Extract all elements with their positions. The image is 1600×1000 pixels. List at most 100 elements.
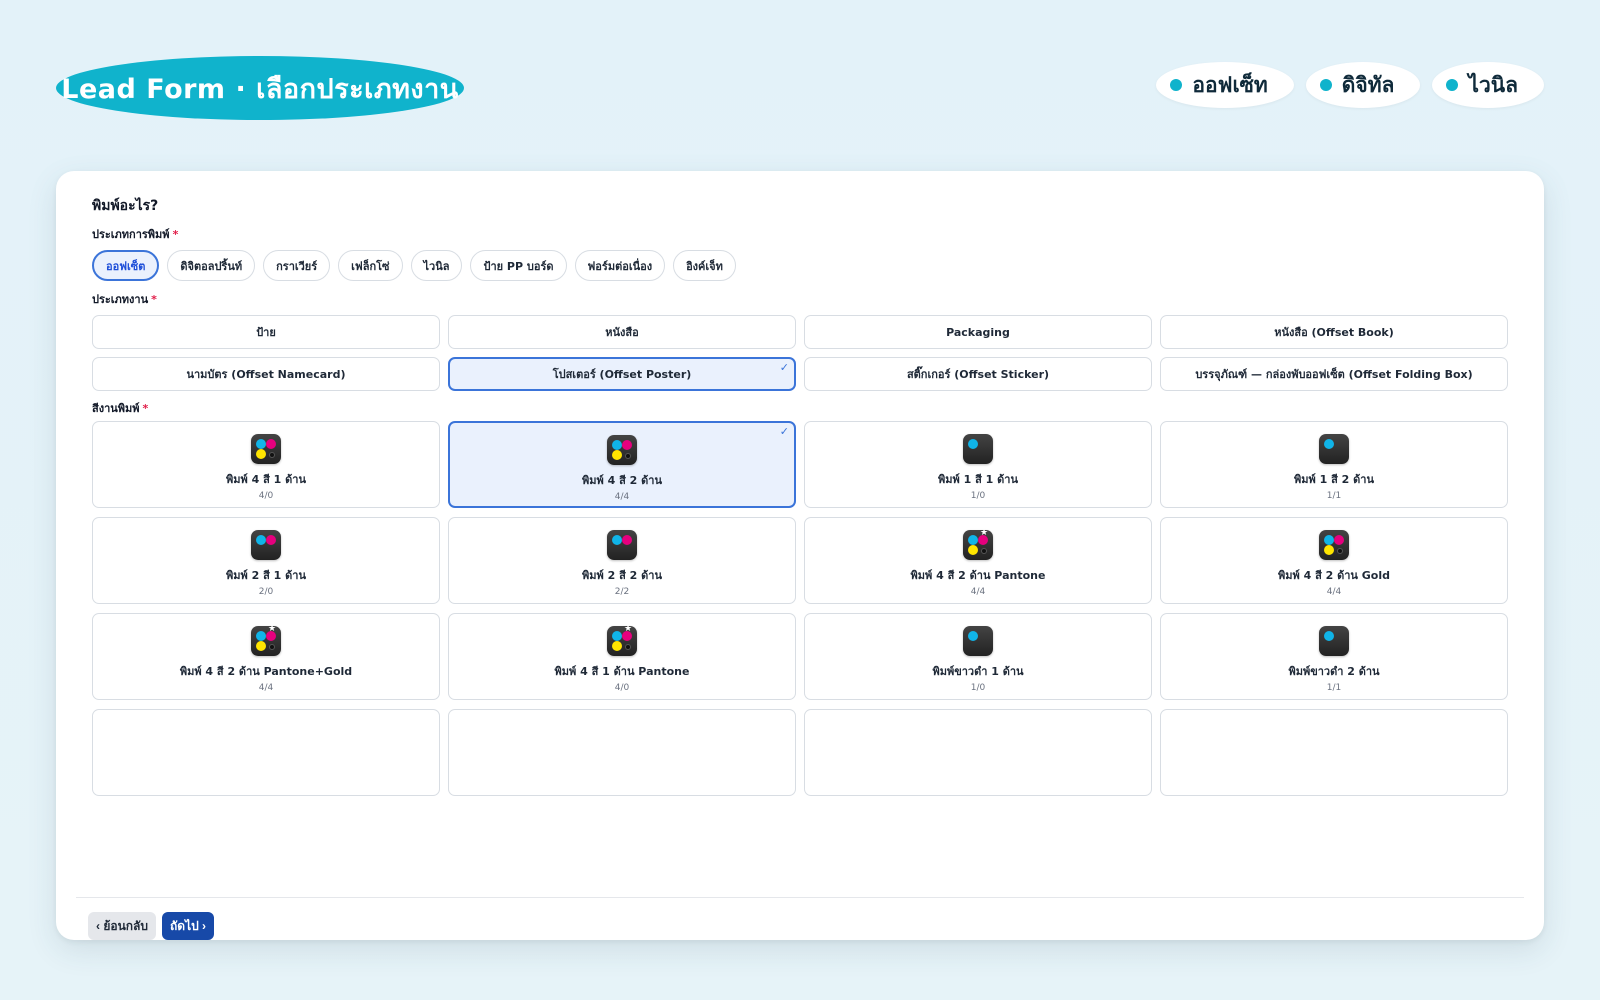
color-option-code: 1/1 <box>1326 683 1342 693</box>
cmyk-icon <box>607 435 637 465</box>
print-type-pill[interactable]: ฟอร์มต่อเนื่อง <box>574 250 666 281</box>
color-option-code: 2/0 <box>258 587 274 597</box>
chip-label: ออฟเซ็ท <box>1192 72 1268 97</box>
color-option-code: 1/1 <box>1326 491 1342 501</box>
color-option[interactable]: พิมพ์ 2 สี 1 ด้าน 2/0 <box>92 517 440 604</box>
job-type-option[interactable]: หนังสือ (Offset Book) <box>1160 315 1508 349</box>
single-color-icon <box>1319 626 1349 656</box>
job-type-option[interactable]: ป้าย <box>92 315 440 349</box>
color-option-code: 4/0 <box>614 683 630 693</box>
color-option-name: พิมพ์ขาวดำ 1 ด้าน <box>932 665 1024 678</box>
print-type-pill[interactable]: ดิจิตอลปริ้นท์ <box>167 250 256 281</box>
color-option[interactable]: พิมพ์ 1 สี 2 ด้าน 1/1 <box>1160 421 1508 508</box>
color-option[interactable]: พิมพ์ 2 สี 2 ด้าน 2/2 <box>448 517 796 604</box>
color-label: สีงานพิมพ์ * <box>92 399 148 417</box>
job-type-option-label: สติ๊กเกอร์ (Offset Sticker) <box>906 368 1050 381</box>
color-option-name: พิมพ์ 4 สี 2 ด้าน <box>582 474 662 487</box>
job-type-option[interactable]: บรรจุภัณฑ์ — กล่องพับออฟเซ็ต (Offset Fol… <box>1160 357 1508 391</box>
page-title: Lead Form · เลือกประเภทงาน <box>56 56 464 120</box>
job-type-option[interactable]: หนังสือ <box>448 315 796 349</box>
color-option[interactable]: พิมพ์ 4 สี 2 ด้าน 4/4 ✓ <box>448 421 796 508</box>
color-option-code: 4/4 <box>970 587 986 597</box>
check-icon: ✓ <box>779 361 789 374</box>
check-icon: ✓ <box>779 425 789 438</box>
color-option-code: 2/2 <box>614 587 630 597</box>
color-option-partial[interactable] <box>804 709 1152 796</box>
print-type-label-text: ประเภทการพิมพ์ <box>92 228 170 241</box>
color-label-text: สีงานพิมพ์ <box>92 402 140 415</box>
color-option-partial[interactable] <box>92 709 440 796</box>
two-color-icon <box>607 530 637 560</box>
color-options-scroll[interactable]: พิมพ์ 4 สี 1 ด้าน 4/0 พิมพ์ 4 สี 2 ด้าน 4/4… <box>56 421 1544 897</box>
color-option[interactable]: พิมพ์ 4 สี 1 ด้าน 4/0 <box>92 421 440 508</box>
single-color-icon <box>963 626 993 656</box>
color-option-name: พิมพ์ 1 สี 2 ด้าน <box>1294 473 1374 486</box>
print-type-pill[interactable]: อิงค์เจ็ท <box>673 250 736 281</box>
print-type-pill[interactable]: กราเวียร์ <box>263 250 331 281</box>
lead-form-card: พิมพ์อะไร? ประเภทการพิมพ์ * ออฟเซ็ต ดิจิตอ… <box>56 171 1544 940</box>
chip-offset[interactable]: ออฟเซ็ท <box>1156 62 1294 108</box>
back-button[interactable]: ‹ ย้อนกลับ <box>88 912 157 940</box>
color-option[interactable]: ★ พิมพ์ 4 สี 1 ด้าน Pantone 4/0 <box>448 613 796 700</box>
dot-icon <box>1446 79 1459 91</box>
chip-vinyl[interactable]: ไวนิล <box>1432 62 1544 108</box>
color-option-name: พิมพ์ 1 สี 1 ด้าน <box>938 473 1018 486</box>
cmyk-special-icon: ★ <box>963 528 993 560</box>
job-type-option-label: Packaging <box>946 325 1010 339</box>
question-title: พิมพ์อะไร? <box>92 198 159 214</box>
color-option-name: พิมพ์ 4 สี 1 ด้าน <box>226 473 306 486</box>
divider <box>76 897 1524 898</box>
color-option[interactable]: พิมพ์ 1 สี 1 ด้าน 1/0 <box>804 421 1152 508</box>
category-chips: ออฟเซ็ท ดิจิทัล ไวนิล <box>1156 62 1544 108</box>
color-option[interactable]: พิมพ์ 4 สี 2 ด้าน Gold 4/4 <box>1160 517 1508 604</box>
chip-label: ไวนิล <box>1468 72 1518 97</box>
color-option-name: พิมพ์ 4 สี 2 ด้าน Pantone <box>910 569 1046 582</box>
required-mark: * <box>172 228 179 241</box>
color-option-name: พิมพ์ 4 สี 2 ด้าน Gold <box>1278 569 1390 582</box>
color-option-partial[interactable] <box>1160 709 1508 796</box>
job-type-option-label: หนังสือ <box>605 326 639 339</box>
job-type-option[interactable]: โปสเตอร์ (Offset Poster) ✓ <box>448 357 796 391</box>
color-option-code: 4/4 <box>258 683 274 693</box>
color-option[interactable]: ★ พิมพ์ 4 สี 2 ด้าน Pantone+Gold 4/4 <box>92 613 440 700</box>
color-option-code: 4/4 <box>614 492 630 502</box>
chip-digital[interactable]: ดิจิทัล <box>1305 62 1421 108</box>
dot-icon <box>1170 79 1183 91</box>
color-option-code: 4/0 <box>258 491 274 501</box>
print-type-pill[interactable]: ไวนิล <box>410 250 463 281</box>
required-mark: * <box>142 402 149 415</box>
job-type-option-label: หนังสือ (Offset Book) <box>1274 326 1394 339</box>
job-type-option-label: ป้าย <box>256 326 276 339</box>
job-type-option[interactable]: Packaging <box>804 315 1152 349</box>
job-type-label: ประเภทงาน * <box>92 290 157 308</box>
cmyk-icon <box>1319 530 1349 560</box>
job-type-option-label: โปสเตอร์ (Offset Poster) <box>552 368 692 381</box>
required-mark: * <box>151 293 157 306</box>
color-option-name: พิมพ์ขาวดำ 2 ด้าน <box>1288 665 1380 678</box>
form-actions: ‹ ย้อนกลับ ถัดไป › <box>88 912 215 940</box>
color-option-code: 1/0 <box>970 683 986 693</box>
job-type-option[interactable]: นามบัตร (Offset Namecard) <box>92 357 440 391</box>
dot-icon <box>1319 79 1332 91</box>
color-option-partial[interactable] <box>448 709 796 796</box>
job-type-option-label: นามบัตร (Offset Namecard) <box>186 368 346 381</box>
color-option-name: พิมพ์ 2 สี 1 ด้าน <box>226 569 306 582</box>
job-type-option[interactable]: สติ๊กเกอร์ (Offset Sticker) <box>804 357 1152 391</box>
job-type-label-text: ประเภทงาน <box>92 293 149 306</box>
color-option-name: พิมพ์ 2 สี 2 ด้าน <box>582 569 662 582</box>
chip-label: ดิจิทัล <box>1341 72 1395 97</box>
color-option-code: 1/0 <box>970 491 986 501</box>
print-type-pill[interactable]: เฟล็กโซ่ <box>338 250 403 281</box>
color-option-name: พิมพ์ 4 สี 1 ด้าน Pantone <box>554 665 690 678</box>
color-option[interactable]: พิมพ์ขาวดำ 1 ด้าน 1/0 <box>804 613 1152 700</box>
job-type-options: ป้าย หนังสือ Packaging หนังสือ (Offset Book… <box>92 315 1508 391</box>
next-button[interactable]: ถัดไป › <box>162 912 215 940</box>
color-option[interactable]: ★ พิมพ์ 4 สี 2 ด้าน Pantone 4/4 <box>804 517 1152 604</box>
print-type-pill[interactable]: ออฟเซ็ต <box>92 250 160 281</box>
print-type-pill[interactable]: ป้าย PP บอร์ด <box>470 250 567 281</box>
color-options: พิมพ์ 4 สี 1 ด้าน 4/0 พิมพ์ 4 สี 2 ด้าน 4/4… <box>92 421 1508 796</box>
single-color-icon <box>1319 434 1349 464</box>
cmyk-special-icon: ★ <box>607 624 637 656</box>
color-option-code: 4/4 <box>1326 587 1342 597</box>
color-option[interactable]: พิมพ์ขาวดำ 2 ด้าน 1/1 <box>1160 613 1508 700</box>
